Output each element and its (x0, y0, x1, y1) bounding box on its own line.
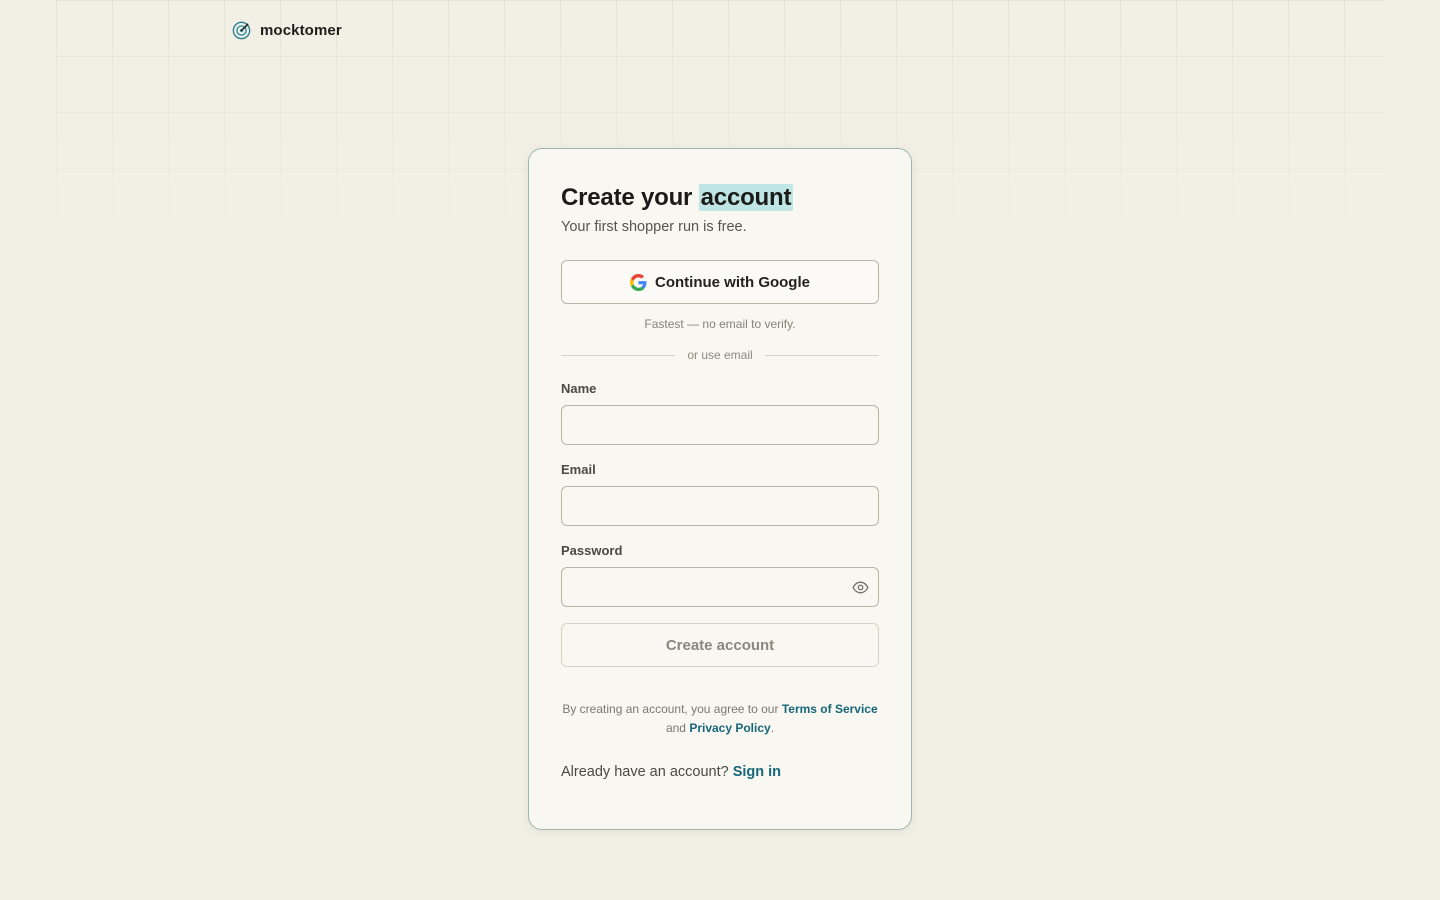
google-hint: Fastest — no email to verify. (644, 317, 796, 331)
name-label: Name (561, 381, 597, 396)
page-subtitle: Your first shopper run is free. (561, 219, 747, 235)
continue-with-google-button[interactable]: Continue with Google (561, 260, 879, 304)
password-label: Password (561, 543, 623, 558)
signup-card: Create your account Your first shopper r… (528, 148, 912, 830)
divider-line-right (764, 354, 879, 356)
target-check-icon (232, 21, 251, 40)
page-title: Create your account (561, 183, 879, 213)
email-field-wrap (561, 486, 879, 526)
divider-line-left (561, 354, 676, 356)
password-field-wrap (561, 567, 879, 607)
google-button-label: Continue with Google (655, 273, 810, 291)
eye-icon[interactable] (852, 579, 869, 596)
signin-row: Already have an account? Sign in (561, 764, 879, 780)
terms-of-service-link[interactable]: Terms of Service (782, 702, 878, 716)
legal-and: and (665, 721, 686, 735)
sign-in-link[interactable]: Sign in (733, 764, 781, 780)
name-field-wrap (561, 405, 879, 445)
signin-prompt: Already have an account? (561, 764, 729, 780)
title-highlight: account (698, 184, 794, 211)
title-prefix: Create your (561, 184, 693, 211)
brand-name: mocktomer (260, 22, 342, 39)
privacy-policy-link[interactable]: Privacy Policy (689, 721, 770, 735)
password-input[interactable] (561, 567, 879, 607)
or-divider: or use email (561, 348, 879, 362)
legal-notice: By creating an account, you agree to our… (561, 700, 879, 738)
email-input[interactable] (561, 486, 879, 526)
legal-suffix: . (770, 721, 775, 735)
google-icon (630, 273, 647, 291)
legal-prefix: By creating an account, you agree to our (562, 702, 779, 716)
create-account-button[interactable]: Create account (561, 623, 879, 667)
email-label: Email (561, 462, 596, 477)
divider-text: or use email (687, 348, 753, 362)
brand-home-link[interactable]: mocktomer (232, 21, 342, 40)
name-input[interactable] (561, 405, 879, 445)
